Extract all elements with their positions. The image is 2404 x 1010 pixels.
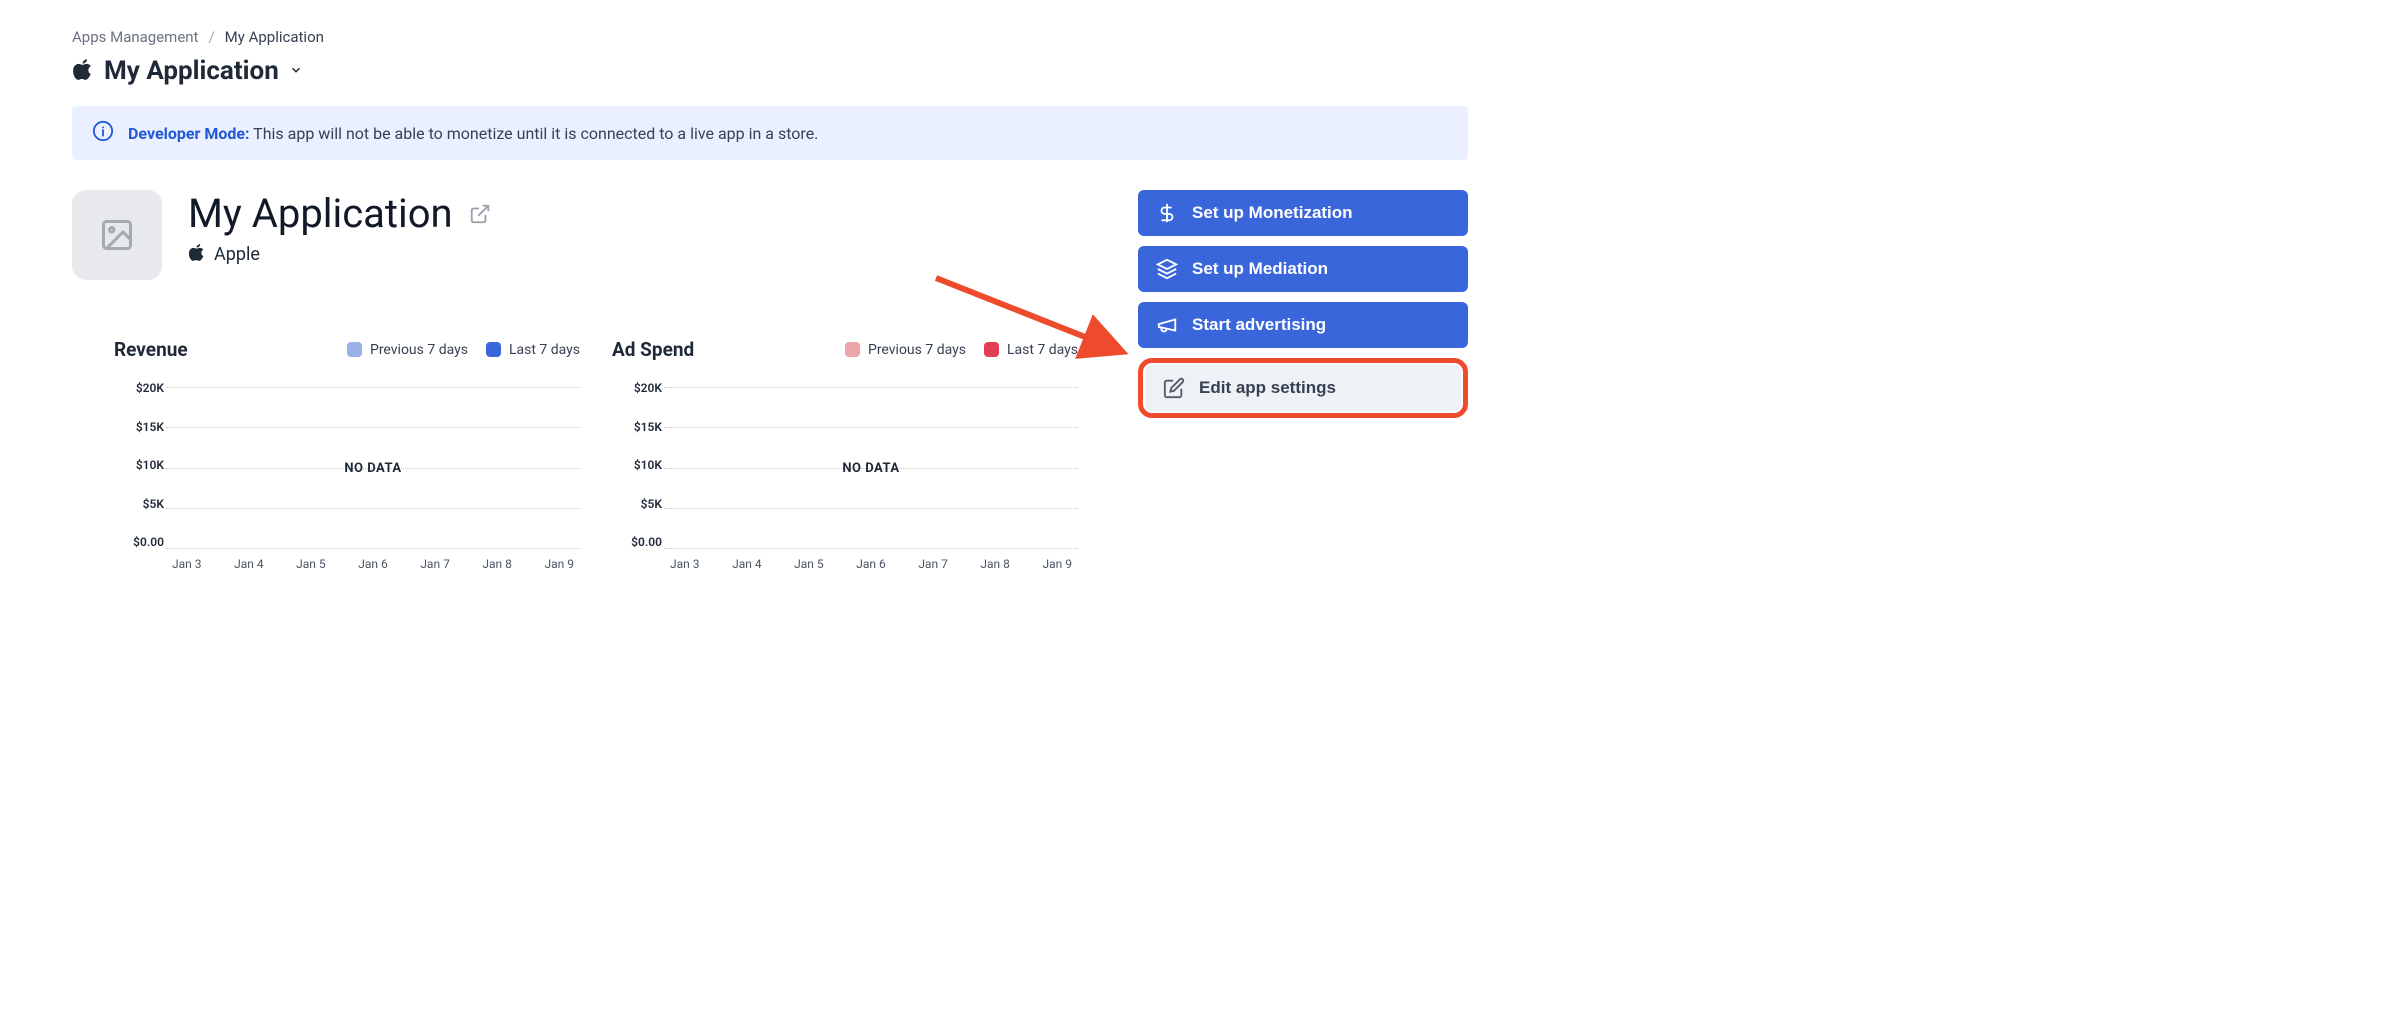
revenue-chart: Revenue Previous 7 days Last 7 days — [114, 338, 580, 571]
button-label: Edit app settings — [1199, 378, 1336, 398]
action-buttons: Set up Monetization Set up Mediation Sta… — [1138, 190, 1468, 418]
external-link-icon[interactable] — [469, 203, 491, 225]
legend-label: Last 7 days — [1007, 342, 1078, 358]
breadcrumb: Apps Management / My Application — [72, 28, 1468, 46]
setup-monetization-button[interactable]: Set up Monetization — [1138, 190, 1468, 236]
edit-icon — [1163, 377, 1185, 399]
info-icon — [92, 120, 114, 146]
button-label: Start advertising — [1192, 315, 1326, 335]
chart-title: Ad Spend — [612, 338, 694, 361]
no-data-label: NO DATA — [664, 387, 1078, 549]
app-header: My Application Apple — [72, 190, 1090, 280]
x-axis-labels: Jan 3 Jan 4 Jan 5 Jan 6 Jan 7 Jan 8 Jan … — [166, 557, 580, 571]
y-axis-labels: $20K $15K $10K $5K $0.00 — [612, 381, 662, 549]
chevron-down-icon — [289, 62, 303, 81]
page-title: My Application — [104, 56, 279, 86]
app-icon-placeholder — [72, 190, 162, 280]
apple-icon — [72, 58, 94, 84]
setup-mediation-button[interactable]: Set up Mediation — [1138, 246, 1468, 292]
dollar-icon — [1156, 202, 1178, 224]
edit-app-settings-button[interactable]: Edit app settings — [1145, 365, 1461, 411]
legend-swatch — [984, 342, 999, 357]
start-advertising-button[interactable]: Start advertising — [1138, 302, 1468, 348]
annotation-ring: Edit app settings — [1138, 358, 1468, 418]
chart-title: Revenue — [114, 338, 188, 361]
no-data-label: NO DATA — [166, 387, 580, 549]
megaphone-icon — [1156, 314, 1178, 336]
legend-swatch — [347, 342, 362, 357]
apple-icon — [188, 243, 206, 266]
page-title-dropdown[interactable]: My Application — [72, 56, 1468, 86]
app-name: My Application — [188, 190, 453, 237]
legend-swatch — [486, 342, 501, 357]
x-axis-labels: Jan 3 Jan 4 Jan 5 Jan 6 Jan 7 Jan 8 Jan … — [664, 557, 1078, 571]
button-label: Set up Monetization — [1192, 203, 1353, 223]
legend-swatch — [845, 342, 860, 357]
legend-label: Previous 7 days — [370, 342, 468, 358]
banner-prefix: Developer Mode: — [128, 124, 250, 143]
banner-text: This app will not be able to monetize un… — [253, 124, 818, 143]
breadcrumb-root[interactable]: Apps Management — [72, 28, 198, 46]
breadcrumb-separator: / — [208, 28, 214, 46]
chart-legend: Previous 7 days Last 7 days — [347, 342, 580, 358]
layers-icon — [1156, 258, 1178, 280]
app-platform: Apple — [188, 243, 491, 266]
developer-mode-banner: Developer Mode: This app will not be abl… — [72, 106, 1468, 160]
ad-spend-chart: Ad Spend Previous 7 days Last 7 days — [612, 338, 1078, 571]
breadcrumb-current: My Application — [225, 28, 324, 46]
legend-label: Last 7 days — [509, 342, 580, 358]
app-platform-label: Apple — [214, 244, 260, 265]
chart-legend: Previous 7 days Last 7 days — [845, 342, 1078, 358]
legend-label: Previous 7 days — [868, 342, 966, 358]
button-label: Set up Mediation — [1192, 259, 1328, 279]
y-axis-labels: $20K $15K $10K $5K $0.00 — [114, 381, 164, 549]
